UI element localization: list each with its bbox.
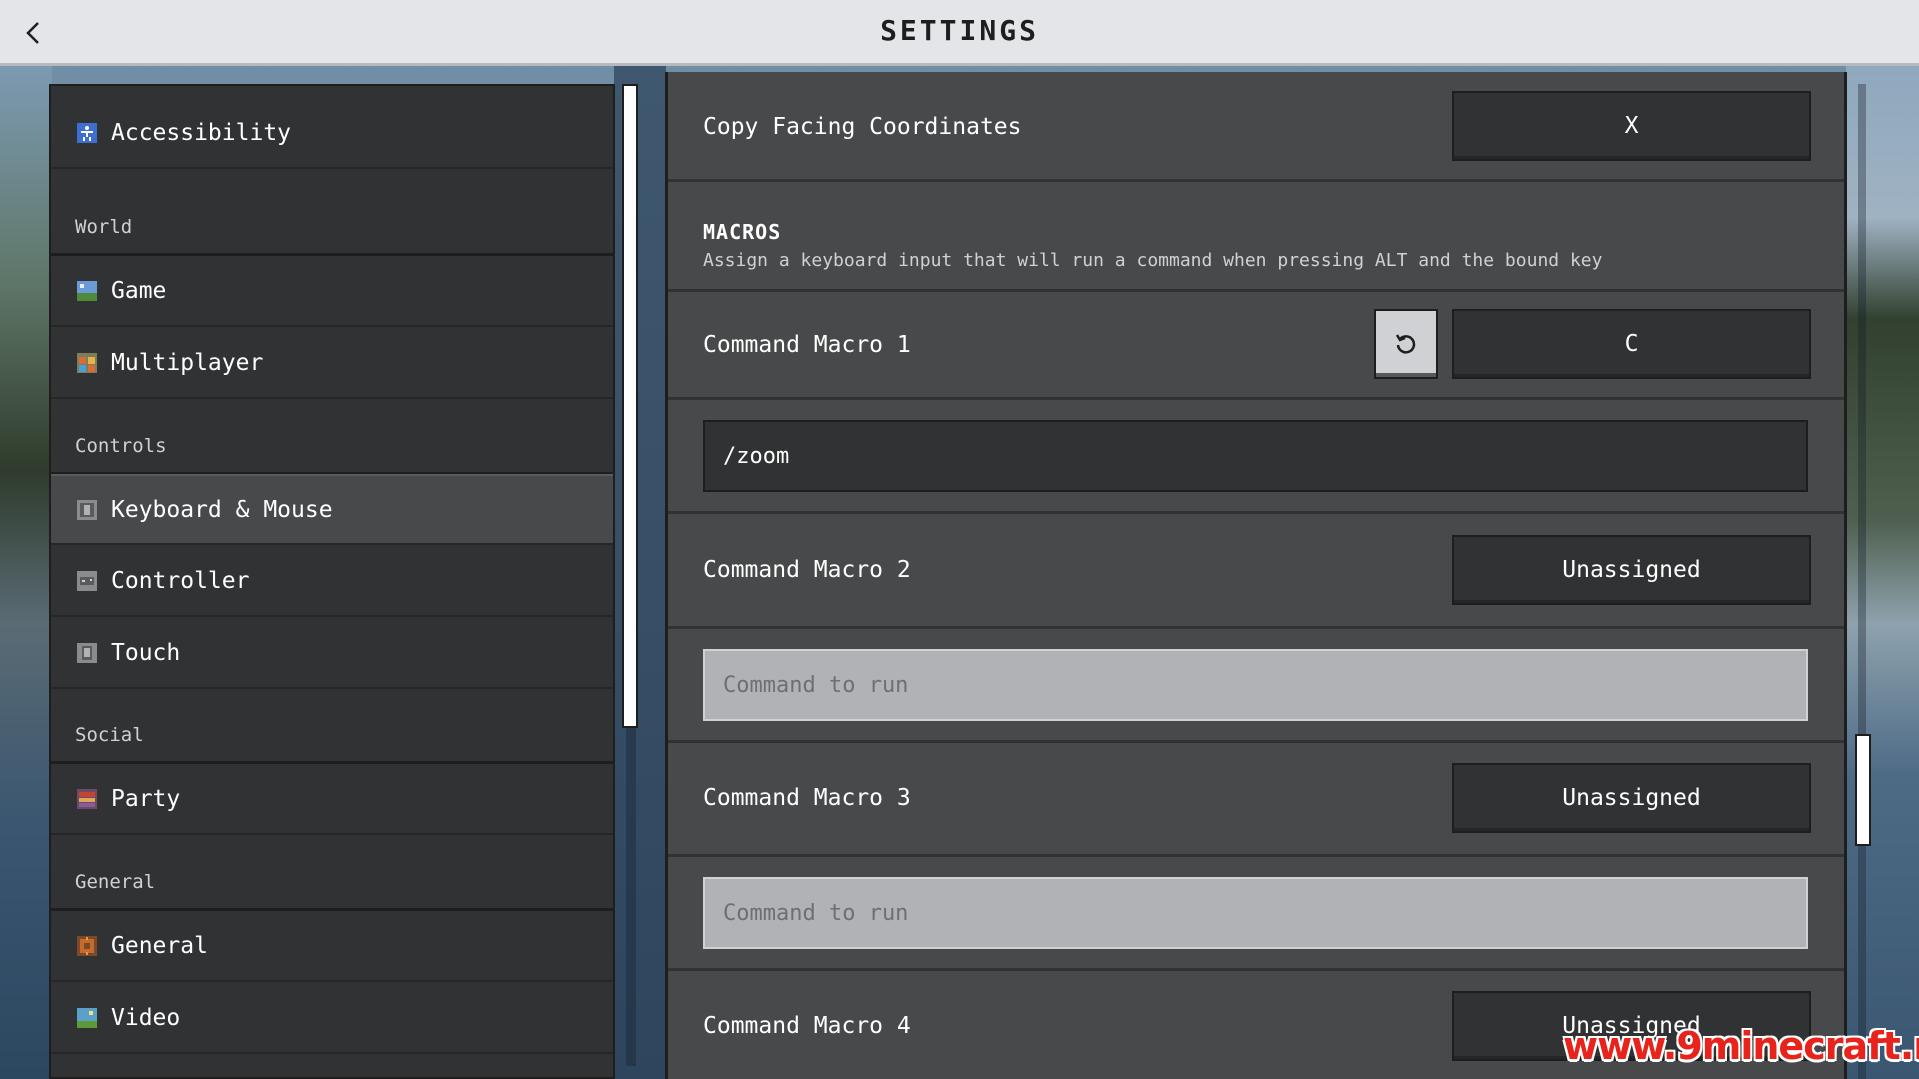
setting-row-command-macro-3: Command Macro 3 Unassigned xyxy=(668,743,1844,857)
macros-section-header: MACROS Assign a keyboard input that will… xyxy=(668,182,1844,292)
sidebar-item-general[interactable]: General xyxy=(51,911,613,982)
command-row-macro-2 xyxy=(668,629,1844,743)
setting-row-command-macro-2: Command Macro 2 Unassigned xyxy=(668,514,1844,629)
sidebar-item-controller[interactable]: Controller xyxy=(51,546,613,617)
sidebar-item-game[interactable]: Game xyxy=(51,256,613,327)
background-scenery-left xyxy=(0,66,52,1079)
sidebar-item-label: Touch xyxy=(111,639,181,666)
sidebar-item-label: Game xyxy=(111,277,167,304)
party-icon xyxy=(76,788,98,810)
sidebar-item-label: Multiplayer xyxy=(111,349,264,376)
sidebar-item-label: Keyboard & Mouse xyxy=(111,496,333,523)
image-icon xyxy=(76,1007,98,1029)
sidebar-item-party[interactable]: Party xyxy=(51,764,613,835)
sidebar-item-touch[interactable]: Touch xyxy=(51,618,613,689)
sidebar: Accessibility World Game Multiplayer Con… xyxy=(49,84,615,1079)
sidebar-item-multiplayer[interactable]: Multiplayer xyxy=(51,328,613,399)
keybind-button-macro-3[interactable]: Unassigned xyxy=(1452,763,1811,833)
setting-label: Command Macro 2 xyxy=(703,557,911,583)
setting-label: Command Macro 1 xyxy=(703,332,911,358)
sidebar-header-controls: Controls xyxy=(75,435,167,457)
sidebar-item-label: Party xyxy=(111,785,181,812)
setting-row-command-macro-1: Command Macro 1 C xyxy=(668,292,1844,400)
keybind-button-macro-2[interactable]: Unassigned xyxy=(1452,535,1811,605)
controller-icon xyxy=(76,570,98,592)
header-bar: SETTINGS xyxy=(0,0,1919,66)
section-description: Assign a keyboard input that will run a … xyxy=(703,250,1603,271)
sidebar-item-keyboard-mouse[interactable]: Keyboard & Mouse xyxy=(51,474,613,545)
landscape-icon xyxy=(76,280,98,302)
watermark: www.9minecraft.net xyxy=(1563,1024,1919,1068)
command-input-macro-1[interactable] xyxy=(703,420,1808,492)
section-title: MACROS xyxy=(703,220,782,244)
setting-label: Command Macro 3 xyxy=(703,785,911,811)
sidebar-item-accessibility[interactable]: Accessibility xyxy=(51,98,613,169)
command-row-macro-3 xyxy=(668,857,1844,971)
sidebar-item-label: Video xyxy=(111,1004,181,1031)
command-input-macro-3[interactable] xyxy=(703,877,1808,949)
page-title: SETTINGS xyxy=(880,14,1039,47)
content-scrollbar-track[interactable] xyxy=(1858,84,1866,1079)
setting-row-copy-facing-coordinates: Copy Facing Coordinates X xyxy=(668,72,1844,182)
sidebar-item-label: General xyxy=(111,932,208,959)
players-icon xyxy=(76,352,98,374)
background-scenery-right xyxy=(1846,66,1919,1079)
setting-label: Copy Facing Coordinates xyxy=(703,114,1022,140)
sidebar-item-label: Accessibility xyxy=(111,119,292,146)
sidebar-header-general: General xyxy=(75,871,156,893)
sidebar-header-world: World xyxy=(75,216,133,238)
settings-content-panel: Copy Facing Coordinates X MACROS Assign … xyxy=(665,72,1847,1079)
command-row-macro-1 xyxy=(668,400,1844,514)
reset-icon xyxy=(1395,334,1416,354)
sidebar-item-label: Controller xyxy=(111,567,250,594)
touch-icon xyxy=(76,642,98,664)
keyboard-icon xyxy=(76,499,98,521)
setting-label: Command Macro 4 xyxy=(703,1013,911,1039)
sidebar-header-social: Social xyxy=(75,724,144,746)
keybind-button-macro-1[interactable]: C xyxy=(1452,309,1811,379)
command-input-macro-2[interactable] xyxy=(703,649,1808,721)
gear-icon xyxy=(76,935,98,957)
sidebar-item-video[interactable]: Video xyxy=(51,983,613,1054)
reset-button[interactable] xyxy=(1374,309,1438,379)
sidebar-scrollbar-thumb[interactable] xyxy=(622,84,638,728)
accessibility-icon xyxy=(76,122,98,144)
content-scrollbar-thumb[interactable] xyxy=(1855,734,1871,846)
keybind-button-copy-facing[interactable]: X xyxy=(1452,91,1811,161)
